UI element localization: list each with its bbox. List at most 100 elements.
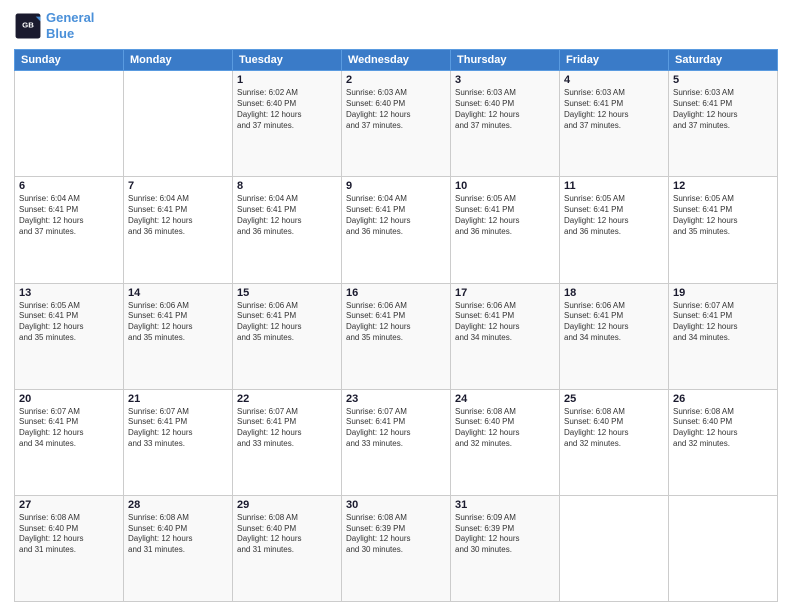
- day-number: 2: [346, 74, 446, 86]
- day-cell: [669, 495, 778, 601]
- day-info: Sunrise: 6:06 AM Sunset: 6:41 PM Dayligh…: [564, 301, 664, 344]
- day-number: 25: [564, 393, 664, 405]
- day-cell: 26 Sunrise: 6:08 AM Sunset: 6:40 PM Dayli…: [669, 389, 778, 495]
- day-cell: 22 Sunrise: 6:07 AM Sunset: 6:41 PM Dayli…: [233, 389, 342, 495]
- day-number: 17: [455, 287, 555, 299]
- day-cell: 13 Sunrise: 6:05 AM Sunset: 6:41 PM Dayli…: [15, 283, 124, 389]
- day-info: Sunrise: 6:08 AM Sunset: 6:39 PM Dayligh…: [346, 513, 446, 556]
- day-number: 15: [237, 287, 337, 299]
- day-info: Sunrise: 6:06 AM Sunset: 6:41 PM Dayligh…: [455, 301, 555, 344]
- day-cell: 30 Sunrise: 6:08 AM Sunset: 6:39 PM Dayli…: [342, 495, 451, 601]
- day-info: Sunrise: 6:03 AM Sunset: 6:41 PM Dayligh…: [564, 88, 664, 131]
- day-info: Sunrise: 6:06 AM Sunset: 6:41 PM Dayligh…: [346, 301, 446, 344]
- day-number: 28: [128, 499, 228, 511]
- day-number: 9: [346, 180, 446, 192]
- day-cell: [560, 495, 669, 601]
- days-header-row: SundayMondayTuesdayWednesdayThursdayFrid…: [15, 50, 778, 71]
- calendar: SundayMondayTuesdayWednesdayThursdayFrid…: [14, 49, 778, 602]
- day-info: Sunrise: 6:06 AM Sunset: 6:41 PM Dayligh…: [128, 301, 228, 344]
- day-cell: [15, 71, 124, 177]
- day-cell: 6 Sunrise: 6:04 AM Sunset: 6:41 PM Daylig…: [15, 177, 124, 283]
- day-cell: 28 Sunrise: 6:08 AM Sunset: 6:40 PM Dayli…: [124, 495, 233, 601]
- day-info: Sunrise: 6:08 AM Sunset: 6:40 PM Dayligh…: [673, 407, 773, 450]
- svg-text:GB: GB: [22, 20, 34, 29]
- day-cell: 25 Sunrise: 6:08 AM Sunset: 6:40 PM Dayli…: [560, 389, 669, 495]
- day-info: Sunrise: 6:06 AM Sunset: 6:41 PM Dayligh…: [237, 301, 337, 344]
- day-info: Sunrise: 6:07 AM Sunset: 6:41 PM Dayligh…: [673, 301, 773, 344]
- day-cell: 3Sunrise: 6:03 AM Sunset: 6:40 PM Daylig…: [451, 71, 560, 177]
- day-header-saturday: Saturday: [669, 50, 778, 71]
- day-number: 11: [564, 180, 664, 192]
- day-info: Sunrise: 6:05 AM Sunset: 6:41 PM Dayligh…: [19, 301, 119, 344]
- week-row-2: 13 Sunrise: 6:05 AM Sunset: 6:41 PM Dayli…: [15, 283, 778, 389]
- day-cell: 20 Sunrise: 6:07 AM Sunset: 6:41 PM Dayli…: [15, 389, 124, 495]
- day-info: Sunrise: 6:09 AM Sunset: 6:39 PM Dayligh…: [455, 513, 555, 556]
- day-cell: 19 Sunrise: 6:07 AM Sunset: 6:41 PM Dayli…: [669, 283, 778, 389]
- day-info: Sunrise: 6:04 AM Sunset: 6:41 PM Dayligh…: [237, 194, 337, 237]
- day-cell: 21Sunrise: 6:07 AM Sunset: 6:41 PM Dayli…: [124, 389, 233, 495]
- logo-icon: GB: [14, 12, 42, 40]
- day-number: 13: [19, 287, 119, 299]
- day-cell: 14 Sunrise: 6:06 AM Sunset: 6:41 PM Dayli…: [124, 283, 233, 389]
- day-number: 29: [237, 499, 337, 511]
- day-number: 8: [237, 180, 337, 192]
- day-info: Sunrise: 6:08 AM Sunset: 6:40 PM Dayligh…: [128, 513, 228, 556]
- day-info: Sunrise: 6:04 AM Sunset: 6:41 PM Dayligh…: [346, 194, 446, 237]
- day-info: Sunrise: 6:08 AM Sunset: 6:40 PM Dayligh…: [237, 513, 337, 556]
- day-number: 23: [346, 393, 446, 405]
- day-cell: 27Sunrise: 6:08 AM Sunset: 6:40 PM Dayli…: [15, 495, 124, 601]
- day-cell: 8 Sunrise: 6:04 AM Sunset: 6:41 PM Daylig…: [233, 177, 342, 283]
- day-info: Sunrise: 6:07 AM Sunset: 6:41 PM Dayligh…: [19, 407, 119, 450]
- header: GB General Blue: [14, 10, 778, 41]
- day-cell: 9 Sunrise: 6:04 AM Sunset: 6:41 PM Daylig…: [342, 177, 451, 283]
- day-number: 4: [564, 74, 664, 86]
- day-info: Sunrise: 6:02 AM Sunset: 6:40 PM Dayligh…: [237, 88, 337, 131]
- day-info: Sunrise: 6:05 AM Sunset: 6:41 PM Dayligh…: [673, 194, 773, 237]
- day-cell: 29 Sunrise: 6:08 AM Sunset: 6:40 PM Dayli…: [233, 495, 342, 601]
- day-info: Sunrise: 6:08 AM Sunset: 6:40 PM Dayligh…: [19, 513, 119, 556]
- day-cell: 11 Sunrise: 6:05 AM Sunset: 6:41 PM Dayli…: [560, 177, 669, 283]
- logo: GB General Blue: [14, 10, 94, 41]
- day-number: 21: [128, 393, 228, 405]
- day-number: 30: [346, 499, 446, 511]
- day-info: Sunrise: 6:05 AM Sunset: 6:41 PM Dayligh…: [455, 194, 555, 237]
- day-number: 19: [673, 287, 773, 299]
- day-number: 3: [455, 74, 555, 86]
- logo-text: General Blue: [46, 10, 94, 41]
- day-info: Sunrise: 6:04 AM Sunset: 6:41 PM Dayligh…: [19, 194, 119, 237]
- page-container: GB General Blue SundayMondayTuesdayWedne…: [0, 0, 792, 612]
- day-info: Sunrise: 6:07 AM Sunset: 6:41 PM Dayligh…: [237, 407, 337, 450]
- day-info: Sunrise: 6:03 AM Sunset: 6:41 PM Dayligh…: [673, 88, 773, 131]
- day-info: Sunrise: 6:03 AM Sunset: 6:40 PM Dayligh…: [346, 88, 446, 131]
- day-cell: [124, 71, 233, 177]
- day-info: Sunrise: 6:04 AM Sunset: 6:41 PM Dayligh…: [128, 194, 228, 237]
- day-info: Sunrise: 6:05 AM Sunset: 6:41 PM Dayligh…: [564, 194, 664, 237]
- week-row-1: 6 Sunrise: 6:04 AM Sunset: 6:41 PM Daylig…: [15, 177, 778, 283]
- day-cell: 24Sunrise: 6:08 AM Sunset: 6:40 PM Dayli…: [451, 389, 560, 495]
- day-number: 20: [19, 393, 119, 405]
- week-row-0: 1Sunrise: 6:02 AM Sunset: 6:40 PM Daylig…: [15, 71, 778, 177]
- day-cell: 31 Sunrise: 6:09 AM Sunset: 6:39 PM Dayli…: [451, 495, 560, 601]
- day-cell: 23 Sunrise: 6:07 AM Sunset: 6:41 PM Dayli…: [342, 389, 451, 495]
- day-number: 5: [673, 74, 773, 86]
- day-header-thursday: Thursday: [451, 50, 560, 71]
- day-number: 31: [455, 499, 555, 511]
- day-number: 16: [346, 287, 446, 299]
- day-cell: 5 Sunrise: 6:03 AM Sunset: 6:41 PM Daylig…: [669, 71, 778, 177]
- day-cell: 7Sunrise: 6:04 AM Sunset: 6:41 PM Daylig…: [124, 177, 233, 283]
- day-cell: 4 Sunrise: 6:03 AM Sunset: 6:41 PM Daylig…: [560, 71, 669, 177]
- day-number: 6: [19, 180, 119, 192]
- day-header-wednesday: Wednesday: [342, 50, 451, 71]
- day-info: Sunrise: 6:08 AM Sunset: 6:40 PM Dayligh…: [564, 407, 664, 450]
- day-cell: 10Sunrise: 6:05 AM Sunset: 6:41 PM Dayli…: [451, 177, 560, 283]
- day-cell: 18 Sunrise: 6:06 AM Sunset: 6:41 PM Dayli…: [560, 283, 669, 389]
- day-number: 18: [564, 287, 664, 299]
- day-info: Sunrise: 6:07 AM Sunset: 6:41 PM Dayligh…: [346, 407, 446, 450]
- day-cell: 2 Sunrise: 6:03 AM Sunset: 6:40 PM Daylig…: [342, 71, 451, 177]
- day-number: 26: [673, 393, 773, 405]
- day-cell: 15 Sunrise: 6:06 AM Sunset: 6:41 PM Dayli…: [233, 283, 342, 389]
- day-cell: 1Sunrise: 6:02 AM Sunset: 6:40 PM Daylig…: [233, 71, 342, 177]
- day-number: 14: [128, 287, 228, 299]
- day-number: 22: [237, 393, 337, 405]
- day-header-tuesday: Tuesday: [233, 50, 342, 71]
